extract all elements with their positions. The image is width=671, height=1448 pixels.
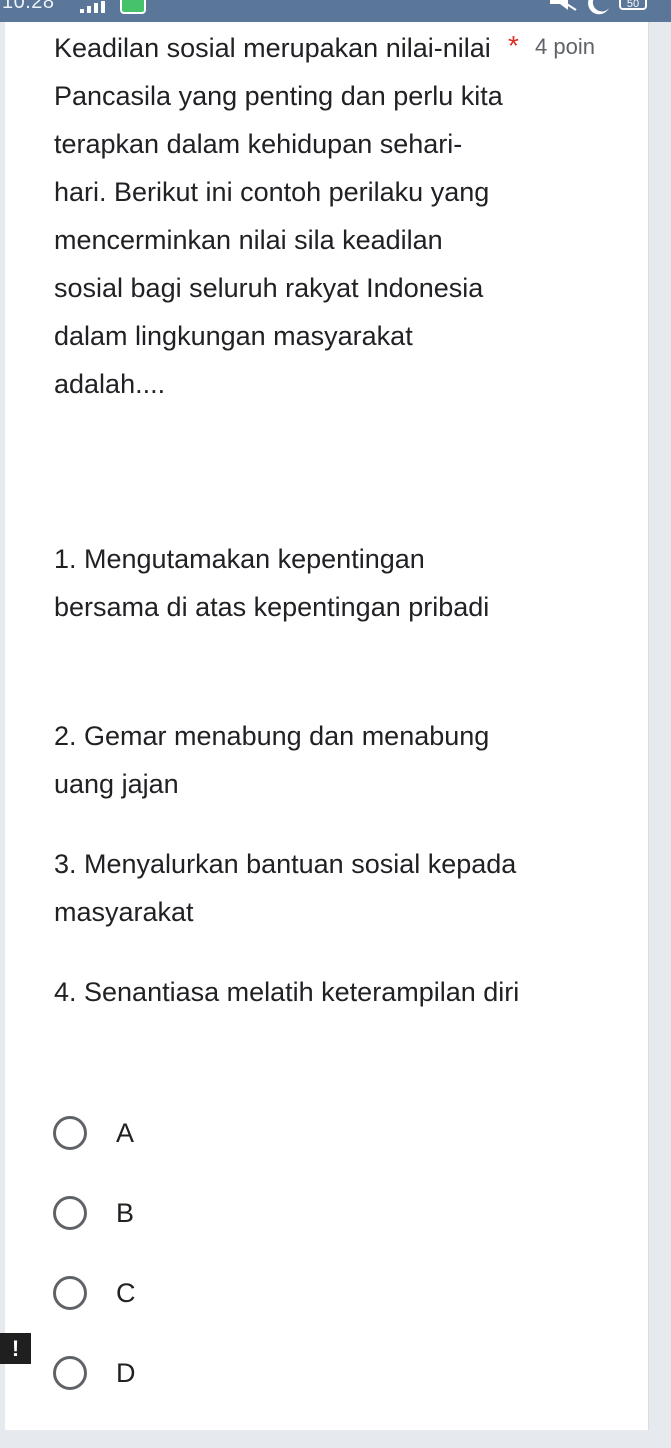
required-asterisk: * [508,30,519,61]
statement-item: 3. Menyalurkan bantuan sosial kepada mas… [54,849,517,927]
alert-icon[interactable]: ! [0,1333,31,1364]
radio-button-c[interactable] [53,1276,87,1310]
chat-notification-icon [120,0,146,14]
battery-icon: 50 [619,0,647,10]
moon-icon [588,0,609,15]
option-d[interactable]: D [53,1356,253,1396]
option-label-d: D [116,1358,136,1388]
signal-icon [80,1,105,13]
statement-item: 2. Gemar menabung dan menabung uang jaja… [54,721,490,799]
option-label-b: B [116,1198,135,1228]
question-text: Keadilan sosial merupakan nilai-nilai Pa… [54,33,503,399]
question-card: Keadilan sosial merupakan nilai-nilai Pa… [5,22,649,1430]
status-time: 10.28 [2,0,55,13]
statement-item: 1. Mengutamakan kepentingan bersama di a… [54,544,490,622]
option-label-a: A [116,1118,135,1148]
battery-level: 50 [626,0,640,10]
option-a[interactable]: A [53,1116,253,1156]
statement-item: 4. Senantiasa melatih keterampilan diri [54,977,520,1007]
option-b[interactable]: B [53,1196,253,1236]
radio-button-b[interactable] [53,1196,87,1230]
mute-icon [550,0,577,11]
status-bar: 10.28 50 [0,0,671,22]
radio-button-d[interactable] [53,1356,87,1390]
points-label: 4 poin [535,34,595,59]
option-label-c: C [116,1278,136,1308]
option-c[interactable]: C [53,1276,253,1316]
radio-button-a[interactable] [53,1116,87,1150]
